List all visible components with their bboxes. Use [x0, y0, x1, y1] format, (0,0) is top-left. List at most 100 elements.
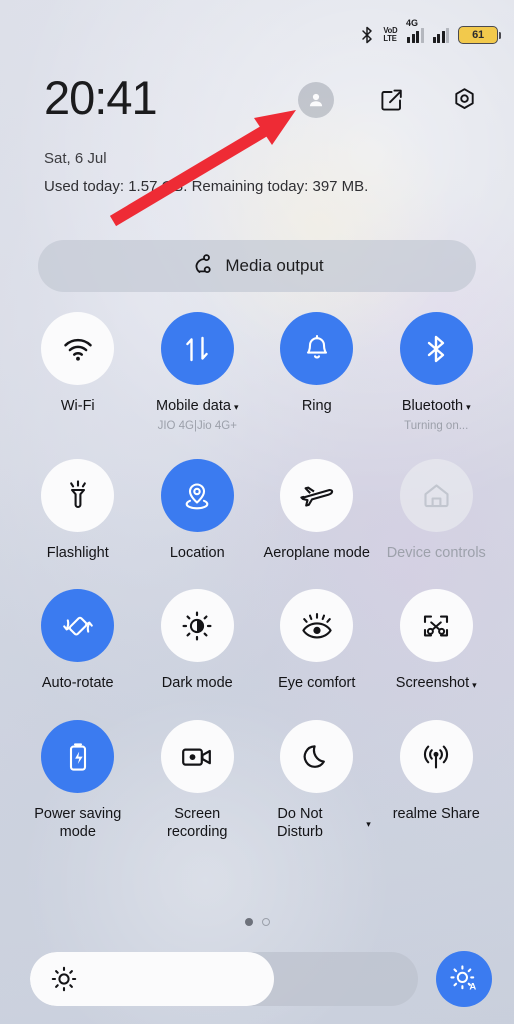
tile-flashlight-circle[interactable] — [41, 458, 115, 532]
tile-device-controls-circle[interactable] — [399, 458, 473, 532]
chevron-down-icon[interactable]: ▾ — [234, 403, 239, 412]
tile-mobile-data[interactable]: Mobile data ▾ JIO 4G|Jio 4G+ — [138, 312, 258, 432]
tile-bluetooth-circle[interactable] — [399, 312, 473, 385]
tile-aeroplane-mode-label: Aeroplane mode — [263, 544, 370, 561]
quick-settings-panel: VoD LTE 4G 61 20:41 Sat, 6 Jul Used toda… — [0, 0, 514, 1024]
auto-brightness-icon: A — [450, 965, 476, 992]
tile-auto-rotate-label: Auto-rotate — [41, 675, 114, 692]
tile-flashlight[interactable]: Flashlight — [18, 458, 138, 563]
tile-bluetooth[interactable]: Bluetooth ▾ Turning on... — [377, 312, 497, 432]
tile-power-saving-mode-label: Power saving mode — [34, 806, 122, 840]
battery-icon: 61 — [458, 26, 501, 44]
eye-icon — [302, 612, 332, 639]
location-pin-icon — [185, 483, 209, 510]
media-output-button[interactable]: Media output — [38, 240, 476, 292]
tile-dark-mode[interactable]: Dark mode — [138, 589, 258, 693]
tile-do-not-disturb[interactable]: Do Not Disturb ▾ — [257, 720, 377, 841]
tile-location-label: Location — [169, 544, 225, 561]
toggle-row-1: Wi-Fi Mobile data ▾ JIO 4G|Jio 4G+ Ring … — [18, 312, 496, 432]
bluetooth-status-icon — [361, 26, 374, 44]
tile-screenshot-label: Screenshot ▾ — [395, 675, 477, 692]
signal-sim2-icon — [432, 27, 449, 43]
tile-eye-comfort-circle[interactable] — [280, 589, 354, 663]
settings-icon[interactable] — [450, 86, 478, 114]
user-avatar[interactable] — [298, 82, 334, 118]
toggle-row-2: Flashlight Location Aeroplane mode Devic… — [18, 458, 497, 563]
tile-do-not-disturb-label: Do Not Disturb ▾ — [277, 806, 371, 840]
media-output-label: Media output — [225, 256, 324, 275]
media-output-icon — [190, 252, 214, 281]
tile-eye-comfort[interactable]: Eye comfort — [257, 589, 377, 693]
network-type-label: 4G — [406, 17, 419, 28]
page-indicator — [0, 918, 514, 926]
tile-auto-rotate[interactable]: Auto-rotate — [18, 589, 138, 693]
auto-brightness-button[interactable]: A — [436, 951, 492, 1007]
toggle-row-3: Auto-rotate Dark mode Eye comfort Screen… — [18, 589, 496, 693]
realme-share-icon — [424, 745, 449, 769]
signal-sim1-icon: 4G — [406, 18, 424, 43]
tile-wifi[interactable]: Wi-Fi — [18, 312, 138, 432]
page-dot-inactive[interactable] — [261, 918, 270, 926]
tile-realme-share-circle[interactable] — [399, 720, 473, 794]
moon-icon — [303, 744, 325, 768]
tile-bluetooth-sub: Turning on... — [404, 419, 469, 432]
volte-line-2: LTE — [383, 34, 397, 43]
tile-eye-comfort-label: Eye comfort — [278, 675, 356, 692]
auto-brightness-letter: A — [469, 981, 476, 992]
chevron-down-icon[interactable]: ▾ — [366, 820, 371, 829]
quick-toggle-grid: Wi-Fi Mobile data ▾ JIO 4G|Jio 4G+ Ring … — [18, 312, 496, 841]
brightness-icon — [51, 966, 77, 992]
tile-auto-rotate-circle[interactable] — [41, 589, 115, 663]
airplane-icon — [300, 486, 333, 507]
wifi-icon — [64, 338, 92, 361]
tile-screen-recording-label: Screen recording — [167, 806, 228, 840]
tile-ring[interactable]: Ring — [257, 312, 377, 432]
tile-power-saving-mode[interactable]: Power saving mode — [18, 720, 138, 841]
chevron-down-icon[interactable]: ▾ — [472, 680, 477, 690]
chevron-down-icon[interactable]: ▾ — [466, 403, 471, 412]
bell-icon — [306, 334, 327, 358]
tile-dark-mode-circle[interactable] — [160, 589, 234, 663]
tile-bluetooth-label: Bluetooth ▾ — [401, 398, 471, 414]
tile-ring-label: Ring — [301, 398, 332, 414]
brightness-slider[interactable] — [30, 952, 418, 1006]
clock-date: Sat, 6 Jul — [44, 150, 107, 167]
tile-ring-circle[interactable] — [280, 312, 354, 385]
tile-aeroplane-mode-circle[interactable] — [280, 458, 354, 532]
tile-location-circle[interactable] — [160, 458, 234, 532]
status-bar: VoD LTE 4G 61 — [0, 0, 514, 70]
tile-realme-share-label: realme Share — [392, 806, 480, 823]
brightness-row: A — [30, 951, 492, 1007]
screenshot-icon — [424, 615, 449, 637]
tile-device-controls-label: Device controls — [386, 544, 486, 561]
volte-status-icon: VoD LTE — [384, 27, 398, 43]
tile-power-saving-mode-circle[interactable] — [41, 720, 115, 794]
video-camera-icon — [182, 748, 212, 766]
edit-icon[interactable] — [378, 86, 406, 114]
tile-wifi-label: Wi-Fi — [60, 398, 95, 414]
brightness-icon — [182, 611, 212, 641]
flashlight-icon — [69, 480, 86, 509]
battery-bolt-icon — [69, 742, 86, 771]
tile-realme-share[interactable]: realme Share — [377, 720, 497, 841]
tile-screenshot-circle[interactable] — [399, 589, 473, 663]
bluetooth-icon — [428, 335, 445, 362]
tile-screenshot[interactable]: Screenshot ▾ — [377, 589, 497, 693]
tile-screen-recording-circle[interactable] — [160, 720, 234, 794]
toggle-row-4: Power saving mode Screen recording Do No… — [18, 720, 496, 841]
tile-do-not-disturb-circle[interactable] — [280, 720, 354, 794]
tile-screen-recording[interactable]: Screen recording — [138, 720, 258, 841]
data-usage-text: Used today: 1.57 GB. Remaining today: 39… — [44, 178, 369, 195]
tile-device-controls[interactable]: Device controls — [377, 458, 497, 563]
tile-mobile-data-sub: JIO 4G|Jio 4G+ — [157, 419, 237, 432]
brightness-slider-fill[interactable] — [30, 952, 275, 1006]
tile-flashlight-label: Flashlight — [46, 544, 109, 561]
page-dot-active[interactable] — [244, 918, 253, 926]
tile-mobile-data-circle[interactable] — [160, 312, 234, 385]
mobile-data-icon — [186, 336, 209, 361]
tile-location[interactable]: Location — [138, 458, 258, 563]
tile-aeroplane-mode[interactable]: Aeroplane mode — [257, 458, 377, 563]
home-icon — [424, 484, 449, 507]
auto-rotate-icon — [62, 616, 93, 636]
tile-wifi-circle[interactable] — [41, 312, 115, 385]
